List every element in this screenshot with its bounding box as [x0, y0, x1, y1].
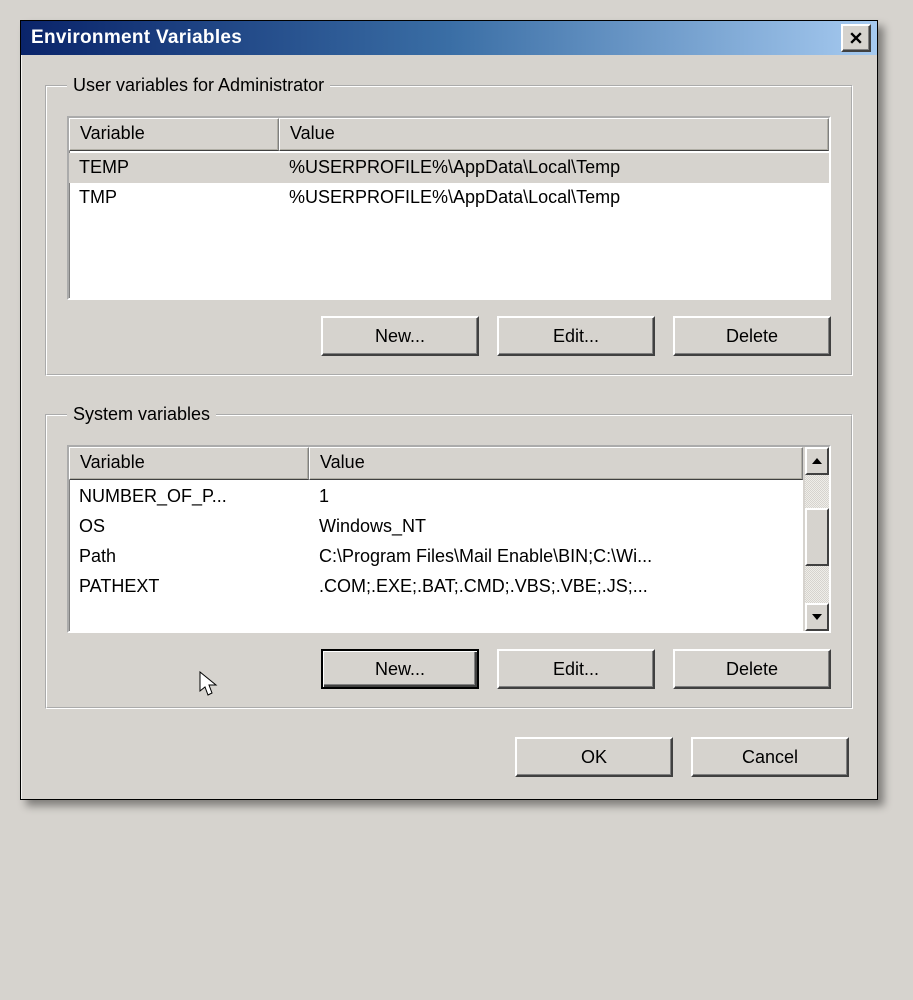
user-cell-value: %USERPROFILE%\AppData\Local\Temp	[279, 153, 829, 183]
environment-variables-dialog: Environment Variables User variables for…	[20, 20, 878, 800]
user-cell-variable: TMP	[69, 183, 279, 213]
client-area: User variables for Administrator Variabl…	[21, 55, 877, 799]
system-row-numproc[interactable]: NUMBER_OF_P... 1	[69, 482, 803, 512]
close-icon[interactable]	[841, 24, 871, 52]
system-edit-button[interactable]: Edit...	[497, 649, 655, 689]
user-header-variable[interactable]: Variable	[69, 118, 279, 151]
system-cell-variable: OS	[69, 512, 309, 542]
system-row-path[interactable]: Path C:\Program Files\Mail Enable\BIN;C:…	[69, 542, 803, 572]
system-cell-value: .COM;.EXE;.BAT;.CMD;.VBS;.VBE;.JS;...	[309, 572, 803, 602]
system-delete-button[interactable]: Delete	[673, 649, 831, 689]
user-delete-button[interactable]: Delete	[673, 316, 831, 356]
system-cell-value: C:\Program Files\Mail Enable\BIN;C:\Wi..…	[309, 542, 803, 572]
system-row-os[interactable]: OS Windows_NT	[69, 512, 803, 542]
user-variables-group: User variables for Administrator Variabl…	[45, 75, 853, 376]
cancel-button[interactable]: Cancel	[691, 737, 849, 777]
ok-button[interactable]: OK	[515, 737, 673, 777]
system-header-value[interactable]: Value	[309, 447, 803, 480]
system-header-variable[interactable]: Variable	[69, 447, 309, 480]
user-cell-variable: TEMP	[69, 153, 279, 183]
system-cell-value: Windows_NT	[309, 512, 803, 542]
system-variables-legend: System variables	[67, 404, 216, 425]
scroll-thumb[interactable]	[805, 508, 829, 566]
dialog-button-row: OK Cancel	[45, 737, 853, 777]
system-new-button[interactable]: New...	[321, 649, 479, 689]
system-cell-variable: PATHEXT	[69, 572, 309, 602]
system-variables-list[interactable]: Variable Value NUMBER_OF_P... 1 OS Windo…	[67, 445, 831, 633]
scroll-down-icon[interactable]	[805, 603, 829, 631]
system-list-scrollbar[interactable]	[803, 447, 829, 631]
user-edit-button[interactable]: Edit...	[497, 316, 655, 356]
user-list-header[interactable]: Variable Value	[69, 118, 829, 151]
user-variables-legend: User variables for Administrator	[67, 75, 330, 96]
user-new-button[interactable]: New...	[321, 316, 479, 356]
system-cell-variable: NUMBER_OF_P...	[69, 482, 309, 512]
system-cell-value: 1	[309, 482, 803, 512]
user-header-value[interactable]: Value	[279, 118, 829, 151]
scroll-up-icon[interactable]	[805, 447, 829, 475]
user-row-temp[interactable]: TEMP %USERPROFILE%\AppData\Local\Temp	[69, 153, 829, 183]
system-cell-variable: Path	[69, 542, 309, 572]
window-title: Environment Variables	[31, 27, 841, 49]
user-row-tmp[interactable]: TMP %USERPROFILE%\AppData\Local\Temp	[69, 183, 829, 213]
user-cell-value: %USERPROFILE%\AppData\Local\Temp	[279, 183, 829, 213]
titlebar[interactable]: Environment Variables	[21, 21, 877, 55]
system-variables-group: System variables Variable Value NUMBER_O…	[45, 404, 853, 709]
system-list-header[interactable]: Variable Value	[69, 447, 803, 480]
system-button-row: New... Edit... Delete	[67, 649, 831, 689]
mouse-cursor-icon	[199, 671, 219, 699]
user-variables-list[interactable]: Variable Value TEMP %USERPROFILE%\AppDat…	[67, 116, 831, 300]
scroll-track[interactable]	[805, 475, 829, 603]
user-button-row: New... Edit... Delete	[67, 316, 831, 356]
system-row-pathext[interactable]: PATHEXT .COM;.EXE;.BAT;.CMD;.VBS;.VBE;.J…	[69, 572, 803, 602]
